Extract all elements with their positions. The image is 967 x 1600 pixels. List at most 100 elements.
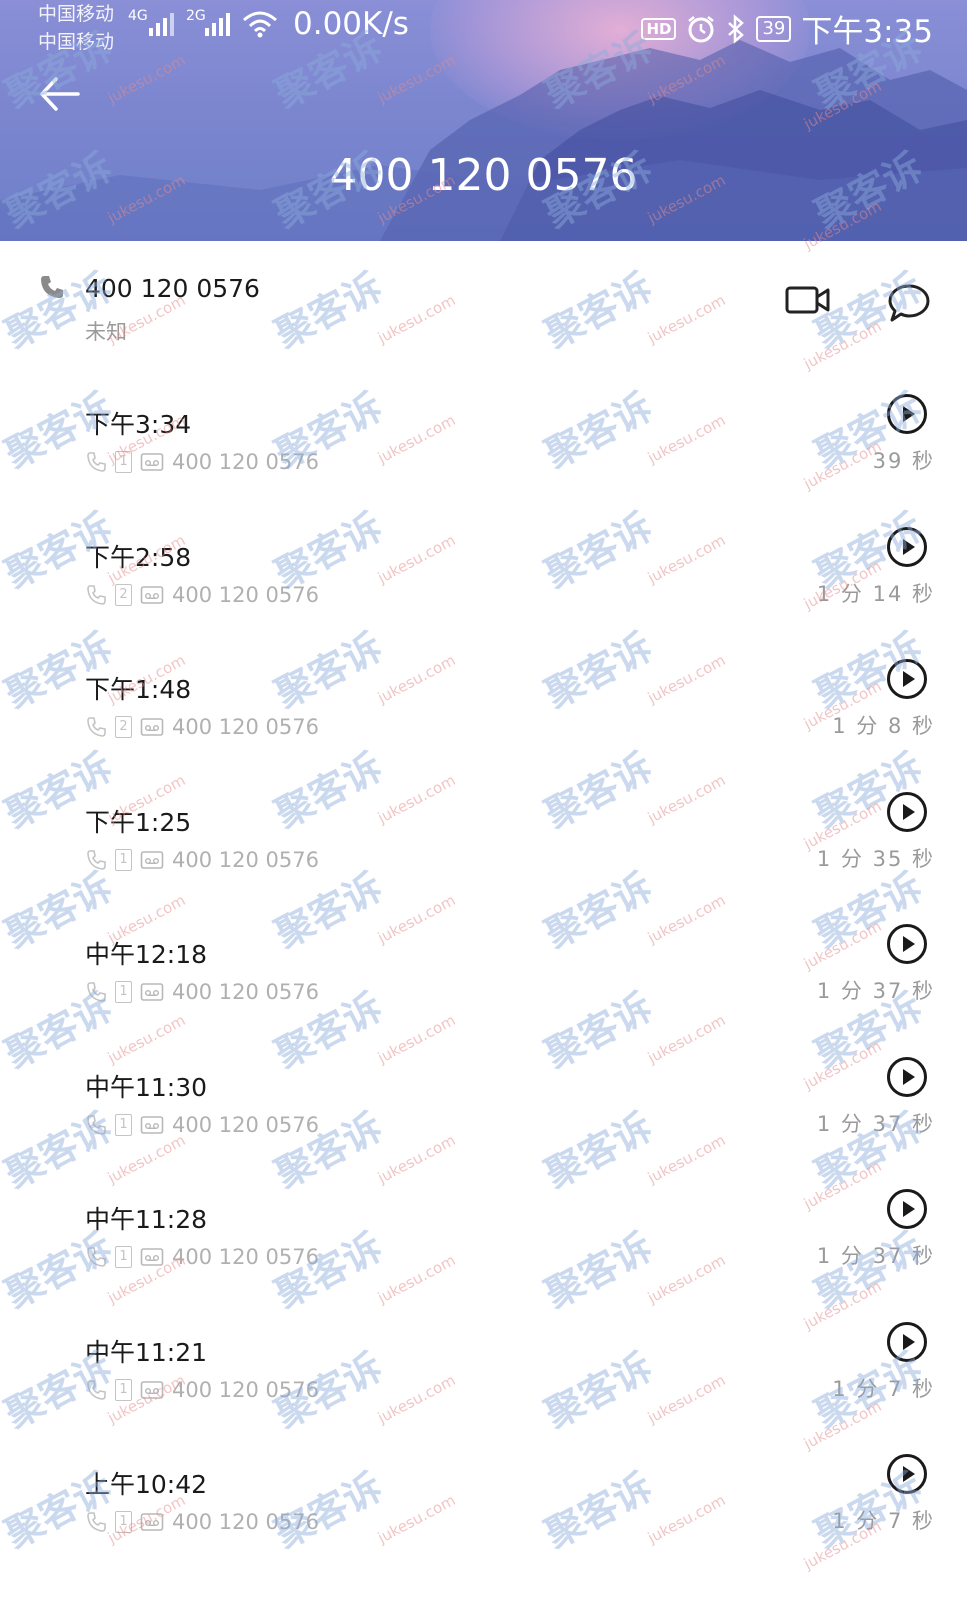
sim-card-icon: 1 [115, 981, 132, 1003]
incoming-call-icon [87, 585, 106, 605]
video-call-icon[interactable] [785, 284, 831, 316]
signal-icon-2 [205, 13, 230, 36]
page-title: 400 120 0576 [329, 150, 638, 201]
call-log-row[interactable]: 中午11:21 1 400 120 0576 1 分 7 秒 [0, 1322, 967, 1468]
voicemail-recording-icon [140, 1381, 164, 1399]
call-time: 中午12:18 [85, 940, 208, 969]
play-recording-icon[interactable] [886, 1056, 928, 1098]
wifi-icon [243, 11, 277, 38]
alarm-icon [688, 15, 715, 42]
hd-icon: HD [641, 17, 677, 40]
message-icon[interactable] [887, 282, 931, 324]
phone-icon[interactable] [38, 273, 66, 301]
status-time: 下午3:35 [801, 14, 933, 50]
call-number: 400 120 0576 [172, 1245, 319, 1269]
call-log-row[interactable]: 下午1:25 1 400 120 0576 1 分 35 秒 [0, 792, 967, 938]
call-number: 400 120 0576 [172, 980, 319, 1004]
voicemail-recording-icon [140, 1513, 164, 1531]
call-time: 中午11:30 [85, 1073, 208, 1102]
incoming-call-icon [87, 982, 106, 1002]
play-recording-icon[interactable] [886, 658, 928, 700]
play-recording-icon[interactable] [886, 1188, 928, 1230]
network-speed: 0.00K/s [293, 6, 409, 42]
play-recording-icon[interactable] [886, 791, 928, 833]
voicemail-recording-icon [140, 851, 164, 869]
call-log-row[interactable]: 上午10:42 1 400 120 0576 1 分 7 秒 [0, 1454, 967, 1600]
call-time: 上午10:42 [85, 1470, 208, 1499]
voicemail-recording-icon [140, 586, 164, 604]
call-details: 1 400 120 0576 [85, 845, 319, 875]
call-log-row[interactable]: 下午2:58 2 400 120 0576 1 分 14 秒 [0, 527, 967, 673]
call-duration: 39 秒 [872, 449, 935, 473]
call-number: 400 120 0576 [172, 848, 319, 872]
call-duration: 1 分 7 秒 [832, 1509, 935, 1533]
call-number: 400 120 0576 [172, 583, 319, 607]
call-log-row[interactable]: 中午11:28 1 400 120 0576 1 分 37 秒 [0, 1189, 967, 1335]
call-log-row[interactable]: 中午11:30 1 400 120 0576 1 分 37 秒 [0, 1057, 967, 1203]
call-details: 1 400 120 0576 [85, 1507, 319, 1537]
contact-number[interactable]: 400 120 0576 [85, 274, 260, 303]
call-time: 中午11:21 [85, 1338, 208, 1367]
battery-icon: 39 [756, 15, 792, 42]
back-arrow-icon[interactable] [38, 72, 82, 116]
sim-card-icon: 1 [115, 1379, 132, 1401]
voicemail-recording-icon [140, 453, 164, 471]
contact-location: 未知 [85, 320, 127, 344]
call-duration: 1 分 8 秒 [832, 714, 935, 738]
call-details: 1 400 120 0576 [85, 977, 319, 1007]
signal-icon-1 [149, 13, 174, 36]
call-duration: 1 分 37 秒 [816, 1244, 935, 1268]
call-duration: 1 分 35 秒 [816, 847, 935, 871]
play-recording-icon[interactable] [886, 393, 928, 435]
sim-card-icon: 1 [115, 1511, 132, 1533]
contact-info-row: 400 120 0576 未知 [0, 260, 967, 380]
call-number: 400 120 0576 [172, 1378, 319, 1402]
call-number: 400 120 0576 [172, 715, 319, 739]
incoming-call-icon [87, 717, 106, 737]
voicemail-recording-icon [140, 1248, 164, 1266]
network-type-1: 4G [128, 8, 148, 24]
header: 中国移动 中国移动 4G 2G 0.00K/s HD 39 下午3:35 400… [0, 0, 967, 241]
call-duration: 1 分 37 秒 [816, 1112, 935, 1136]
voicemail-recording-icon [140, 1116, 164, 1134]
call-time: 中午11:28 [85, 1205, 208, 1234]
call-details: 2 400 120 0576 [85, 580, 319, 610]
call-duration: 1 分 7 秒 [832, 1377, 935, 1401]
status-bar: 中国移动 中国移动 4G 2G 0.00K/s HD 39 下午3:35 [0, 0, 967, 54]
sim-card-icon: 1 [115, 849, 132, 871]
call-number: 400 120 0576 [172, 450, 319, 474]
call-time: 下午3:34 [85, 410, 192, 439]
call-log-row[interactable]: 下午3:34 1 400 120 0576 39 秒 [0, 394, 967, 540]
voicemail-recording-icon [140, 718, 164, 736]
play-recording-icon[interactable] [886, 923, 928, 965]
call-details: 1 400 120 0576 [85, 447, 319, 477]
incoming-call-icon [87, 1512, 106, 1532]
voicemail-recording-icon [140, 983, 164, 1001]
play-recording-icon[interactable] [886, 1453, 928, 1495]
call-time: 下午1:48 [85, 675, 192, 704]
sim-card-icon: 2 [115, 716, 132, 738]
call-duration: 1 分 37 秒 [816, 979, 935, 1003]
carrier-1: 中国移动 [38, 3, 115, 25]
sim-card-icon: 1 [115, 1246, 132, 1268]
sim-card-icon: 2 [115, 584, 132, 606]
play-recording-icon[interactable] [886, 1321, 928, 1363]
carrier-2: 中国移动 [38, 31, 115, 53]
call-details: 1 400 120 0576 [85, 1242, 319, 1272]
status-right: HD 39 下午3:35 [641, 6, 933, 51]
call-details: 1 400 120 0576 [85, 1375, 319, 1405]
call-log-row[interactable]: 中午12:18 1 400 120 0576 1 分 37 秒 [0, 924, 967, 1070]
sim-card-icon: 1 [115, 451, 132, 473]
carrier-labels: 中国移动 中国移动 [38, 0, 114, 56]
call-log-row[interactable]: 下午1:48 2 400 120 0576 1 分 8 秒 [0, 659, 967, 805]
incoming-call-icon [87, 1115, 106, 1135]
bluetooth-icon [728, 13, 745, 44]
call-details: 1 400 120 0576 [85, 1110, 319, 1140]
call-time: 下午2:58 [85, 543, 192, 572]
incoming-call-icon [87, 452, 106, 472]
call-number: 400 120 0576 [172, 1113, 319, 1137]
sim-card-icon: 1 [115, 1114, 132, 1136]
call-time: 下午1:25 [85, 808, 192, 837]
play-recording-icon[interactable] [886, 526, 928, 568]
incoming-call-icon [87, 850, 106, 870]
